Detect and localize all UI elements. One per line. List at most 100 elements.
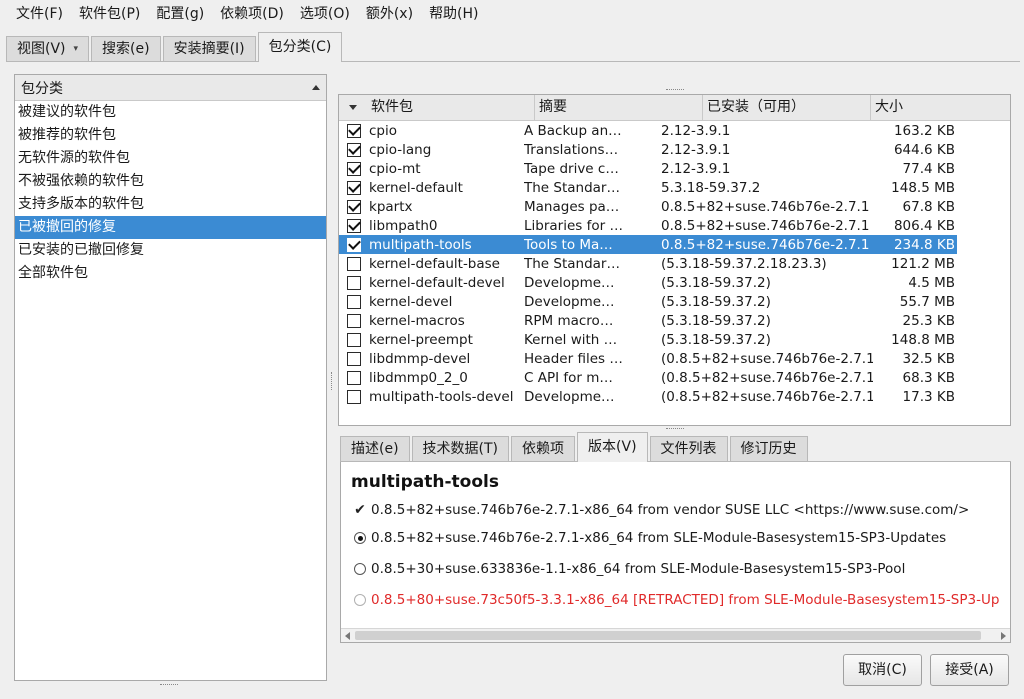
checkbox-unchecked[interactable] [347,275,361,290]
checkbox-checked[interactable] [347,199,361,214]
tab-versions[interactable]: 版本(V) [577,432,648,462]
checkbox-checked[interactable] [347,142,361,157]
tab-changelog[interactable]: 修订历史 [729,436,808,462]
menu-dependencies[interactable]: 依赖项(D) [212,0,292,28]
table-row[interactable]: kernel-default-base The Standar… (5.3.18-5… [339,254,957,273]
checkbox-unchecked[interactable] [347,294,361,309]
category-item[interactable]: 支持多版本的软件包 [15,193,326,216]
table-row[interactable]: cpio-mt Tape drive c… 2.12-3.9.1 77.4 KB [339,159,957,178]
row-status-cell[interactable] [339,218,369,233]
table-row[interactable]: cpio-lang Translations… 2.12-3.9.1 644.6 KB [339,140,957,159]
tab-file-list[interactable]: 文件列表 [649,436,728,462]
cancel-button[interactable]: 取消(C) [843,654,922,686]
column-header-installed[interactable]: 已安装（可用） [703,95,871,120]
menu-file[interactable]: 文件(F) [8,0,71,28]
row-status-cell[interactable] [339,123,369,138]
row-status-cell[interactable] [339,275,369,290]
row-status-cell[interactable] [339,142,369,157]
tab-technical-data[interactable]: 技术数据(T) [411,436,510,462]
column-header-size[interactable]: 大小 [871,95,1010,120]
checkbox-unchecked[interactable] [347,351,361,366]
category-list[interactable]: 包分类 被建议的软件包 被推荐的软件包 无软件源的软件包 不被强依赖的软件包 支持多版本… [14,74,327,681]
menu-options[interactable]: 选项(O) [292,0,358,28]
row-status-cell[interactable] [339,180,369,195]
table-row[interactable]: kernel-default-devel Developme… (5.3.18-59… [339,273,957,292]
version-option[interactable]: 0.8.5+30+suse.633836e-1.1-x86_64 from SL… [351,559,905,579]
checkbox-checked[interactable] [347,218,361,233]
column-header-package[interactable]: 软件包 [367,95,535,120]
row-status-cell[interactable] [339,199,369,214]
table-row[interactable]: multipath-tools Tools to Ma… 0.8.5+82+suse… [339,235,957,254]
tab-search[interactable]: 搜索(e) [91,36,161,62]
package-name-cell: cpio [369,122,398,139]
table-row[interactable]: libdmmp0_2_0 C API for m… (0.8.5+82+suse.7… [339,368,957,387]
row-status-cell[interactable] [339,161,369,176]
checkbox-checked[interactable] [347,161,361,176]
row-status-cell[interactable] [339,370,369,385]
package-name-cell: libdmmp-devel [369,350,471,367]
tab-package-classification[interactable]: 包分类(C) [257,32,343,62]
checkbox-checked[interactable] [347,237,361,252]
accept-button[interactable]: 接受(A) [930,654,1009,686]
category-list-header[interactable]: 包分类 [15,75,326,101]
scroll-left-icon[interactable] [345,632,350,640]
table-row[interactable]: kernel-preempt Kernel with … (5.3.18-59.37… [339,330,957,349]
version-option[interactable]: 0.8.5+82+suse.746b76e-2.7.1-x86_64 from … [351,528,946,548]
menu-configuration[interactable]: 配置(g) [148,0,212,28]
horizontal-scrollbar[interactable] [341,628,1010,642]
row-status-cell[interactable] [339,294,369,309]
table-row[interactable]: kernel-default The Standar… 5.3.18-59.37.2… [339,178,957,197]
checkbox-unchecked[interactable] [347,256,361,271]
tab-view[interactable]: 视图(V) ▾ [6,36,90,62]
category-item[interactable]: 不被强依赖的软件包 [15,170,326,193]
table-row[interactable]: libdmmp-devel Header files … (0.8.5+82+sus… [339,349,957,368]
checkbox-unchecked[interactable] [347,313,361,328]
row-status-cell[interactable] [339,351,369,366]
horizontal-splitter-grip[interactable] [666,428,684,430]
scroll-right-icon[interactable] [1001,632,1006,640]
category-item[interactable]: 被推荐的软件包 [15,124,326,147]
sort-ascending-icon [312,85,320,90]
table-row[interactable]: kernel-devel Developme… (5.3.18-59.37.2) 55… [339,292,957,311]
row-status-cell[interactable] [339,313,369,328]
row-status-cell[interactable] [339,237,369,252]
checkbox-unchecked[interactable] [347,332,361,347]
row-status-cell[interactable] [339,256,369,271]
bottom-splitter-grip[interactable] [160,684,178,686]
table-row[interactable]: kernel-macros RPM macro… (5.3.18-59.37.2) 2… [339,311,957,330]
size-cell: 234.8 KB [893,236,955,253]
table-row[interactable]: cpio A Backup an… 2.12-3.9.1 163.2 KB [339,121,957,140]
category-item[interactable]: 全部软件包 [15,262,326,285]
version-radio[interactable] [351,563,369,575]
package-name-cell: kernel-macros [369,312,465,329]
category-item[interactable]: 无软件源的软件包 [15,147,326,170]
category-item[interactable]: 已安装的已撤回修复 [15,239,326,262]
summary-cell: Kernel with … [524,331,618,348]
menu-extras[interactable]: 额外(x) [358,0,421,28]
scrollbar-thumb[interactable] [355,631,981,640]
table-row[interactable]: kpartx Manages pa… 0.8.5+82+suse.746b76e-2… [339,197,957,216]
checkbox-checked[interactable] [347,123,361,138]
package-table[interactable]: 软件包 摘要 已安装（可用） 大小 cpio A Backup an… 2.12-3… [338,94,1011,426]
version-radio-disabled[interactable] [351,594,369,606]
tab-dependencies[interactable]: 依赖项 [511,436,576,462]
checkbox-unchecked[interactable] [347,370,361,385]
row-status-cell[interactable] [339,332,369,347]
row-status-cell[interactable] [339,389,369,404]
status-column-header[interactable] [339,95,367,120]
column-header-summary[interactable]: 摘要 [535,95,703,120]
menu-help[interactable]: 帮助(H) [421,0,486,28]
table-row[interactable]: libmpath0 Libraries for … 0.8.5+82+suse.74… [339,216,957,235]
category-item[interactable]: 被建议的软件包 [15,101,326,124]
tab-description[interactable]: 描述(e) [340,436,410,462]
checkbox-unchecked[interactable] [347,389,361,404]
category-item[interactable]: 已被撤回的修复 [15,216,326,239]
top-splitter-grip[interactable] [666,89,684,91]
version-option-retracted[interactable]: 0.8.5+80+suse.73c50f5-3.3.1-x86_64 [RETR… [351,590,999,610]
table-row[interactable]: multipath-tools-devel Developme… (0.8.5+82… [339,387,957,406]
version-radio-selected[interactable] [351,532,369,544]
tab-installation-summary[interactable]: 安装摘要(I) [162,36,256,62]
checkbox-checked[interactable] [347,180,361,195]
menu-package[interactable]: 软件包(P) [71,0,148,28]
vertical-splitter-grip[interactable] [331,372,333,390]
